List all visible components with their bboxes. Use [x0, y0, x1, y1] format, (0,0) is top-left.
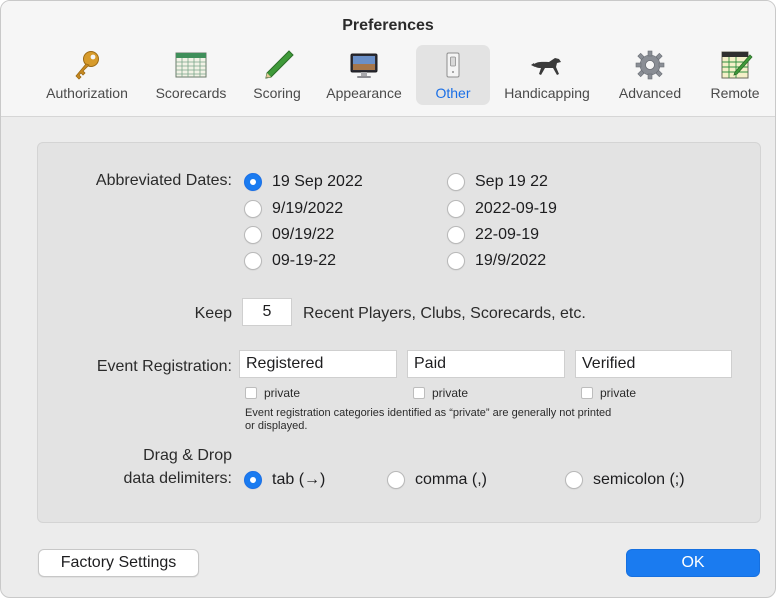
- tab-scorecards[interactable]: Scorecards: [149, 45, 233, 105]
- date-format-option-label: 2022-09-19: [475, 200, 557, 217]
- radio-indicator: [244, 252, 262, 270]
- tab-appearance-label: Appearance: [326, 85, 402, 101]
- title-bar: Preferences Authorization Scorecards Sco…: [1, 1, 775, 117]
- date-format-option-label: Sep 19 22: [475, 173, 548, 190]
- private-categories-note: Event registration categories identified…: [245, 407, 745, 433]
- switch-icon: [446, 52, 460, 78]
- tab-remote[interactable]: Remote: [701, 45, 769, 105]
- date-format-radio-22-09-19[interactable]: 22-09-19: [447, 225, 539, 245]
- keep-label: Keep: [194, 305, 232, 322]
- tab-advanced[interactable]: Advanced: [611, 45, 689, 105]
- radio-indicator: [447, 173, 465, 191]
- tab-authorization-label: Authorization: [46, 85, 128, 101]
- date-format-option-label: 9/19/2022: [272, 200, 344, 217]
- date-format-option-label: 19/9/2022: [475, 252, 547, 269]
- private-checkbox-2[interactable]: private: [413, 386, 468, 400]
- private-checkbox-label: private: [600, 386, 637, 400]
- checkbox-box: [413, 387, 425, 399]
- keep-suffix-label: Recent Players, Clubs, Scorecards, etc.: [303, 305, 586, 322]
- drag-drop-label-line-2: data delimiters:: [123, 470, 233, 487]
- scorecard-icon: [175, 52, 207, 78]
- tab-handicapping[interactable]: Handicapping: [495, 45, 599, 105]
- preferences-window: Preferences Authorization Scorecards Sco…: [0, 0, 776, 598]
- tab-handicapping-label: Handicapping: [504, 85, 590, 101]
- horse-icon: [531, 58, 561, 75]
- tab-other[interactable]: Other: [416, 45, 490, 105]
- other-settings-panel: [37, 142, 761, 523]
- date-format-option-label: 09/19/22: [272, 226, 335, 243]
- tab-advanced-label: Advanced: [618, 85, 682, 101]
- date-format-radio-09-19-22-slash[interactable]: 09/19/22: [244, 225, 334, 245]
- registration-category-field-3[interactable]: Verified: [575, 350, 732, 378]
- radio-indicator: [447, 200, 465, 218]
- private-note-line-2: or displayed.: [245, 420, 308, 432]
- key-icon: [75, 51, 99, 80]
- tab-appearance[interactable]: Appearance: [319, 45, 409, 105]
- tab-scoring[interactable]: Scoring: [245, 45, 309, 105]
- keep-count-field[interactable]: 5: [242, 298, 292, 326]
- delimiter-radio-semicolon[interactable]: semicolon (;): [565, 470, 685, 490]
- date-format-radio-19-sep-2022[interactable]: 19 Sep 2022: [244, 172, 363, 192]
- checkbox-box: [245, 387, 257, 399]
- delimiter-option-label: comma (,): [415, 471, 487, 488]
- delimiter-radio-comma[interactable]: comma (,): [387, 470, 487, 490]
- date-format-radio-sep-19-22[interactable]: Sep 19 22: [447, 172, 548, 192]
- preferences-toolbar: Authorization Scorecards Scoring Appeara…: [1, 45, 775, 105]
- registration-category-field-2[interactable]: Paid: [407, 350, 565, 378]
- registration-category-field-1[interactable]: Registered: [239, 350, 397, 378]
- abbreviated-dates-label: Abbreviated Dates:: [95, 172, 232, 189]
- tab-scoring-label: Scoring: [253, 85, 301, 101]
- radio-indicator: [447, 252, 465, 270]
- private-checkbox-1[interactable]: private: [245, 386, 300, 400]
- date-format-radio-09-19-22-dash[interactable]: 09-19-22: [244, 251, 336, 271]
- delimiter-option-label: tab (→): [272, 471, 326, 488]
- remote-scorecard-icon: [721, 51, 753, 79]
- date-format-radio-19-9-2022[interactable]: 19/9/2022: [447, 251, 546, 271]
- checkbox-box: [581, 387, 593, 399]
- tab-scorecards-label: Scorecards: [155, 85, 227, 101]
- date-format-radio-9-19-2022[interactable]: 9/19/2022: [244, 199, 343, 219]
- display-icon: [350, 53, 378, 78]
- pencil-icon: [265, 50, 294, 79]
- delimiter-radio-tab[interactable]: tab (→): [244, 470, 325, 490]
- drag-drop-label-line-1: Drag & Drop: [143, 447, 232, 464]
- event-registration-label: Event Registration:: [96, 358, 232, 375]
- radio-indicator: [244, 200, 262, 218]
- tab-authorization[interactable]: Authorization: [38, 45, 136, 105]
- radio-indicator: [565, 471, 583, 489]
- radio-selected-indicator: [244, 471, 262, 489]
- date-format-option-label: 09-19-22: [272, 252, 337, 269]
- gear-icon: [635, 50, 665, 80]
- delimiter-option-label: semicolon (;): [593, 471, 685, 488]
- radio-indicator: [387, 471, 405, 489]
- tab-remote-label: Remote: [710, 85, 760, 101]
- window-title: Preferences: [342, 17, 434, 34]
- ok-button[interactable]: OK: [626, 549, 760, 577]
- radio-indicator: [244, 226, 262, 244]
- private-note-line-1: Event registration categories identified…: [245, 407, 612, 419]
- factory-settings-button[interactable]: Factory Settings: [38, 549, 199, 577]
- private-checkbox-label: private: [264, 386, 301, 400]
- tab-other-label: Other: [435, 85, 471, 101]
- date-format-radio-2022-09-19[interactable]: 2022-09-19: [447, 199, 557, 219]
- date-format-option-label: 19 Sep 2022: [272, 173, 363, 190]
- radio-indicator: [447, 226, 465, 244]
- date-format-option-label: 22-09-19: [475, 226, 540, 243]
- radio-selected-indicator: [244, 173, 262, 191]
- private-checkbox-label: private: [432, 386, 469, 400]
- private-checkbox-3[interactable]: private: [581, 386, 636, 400]
